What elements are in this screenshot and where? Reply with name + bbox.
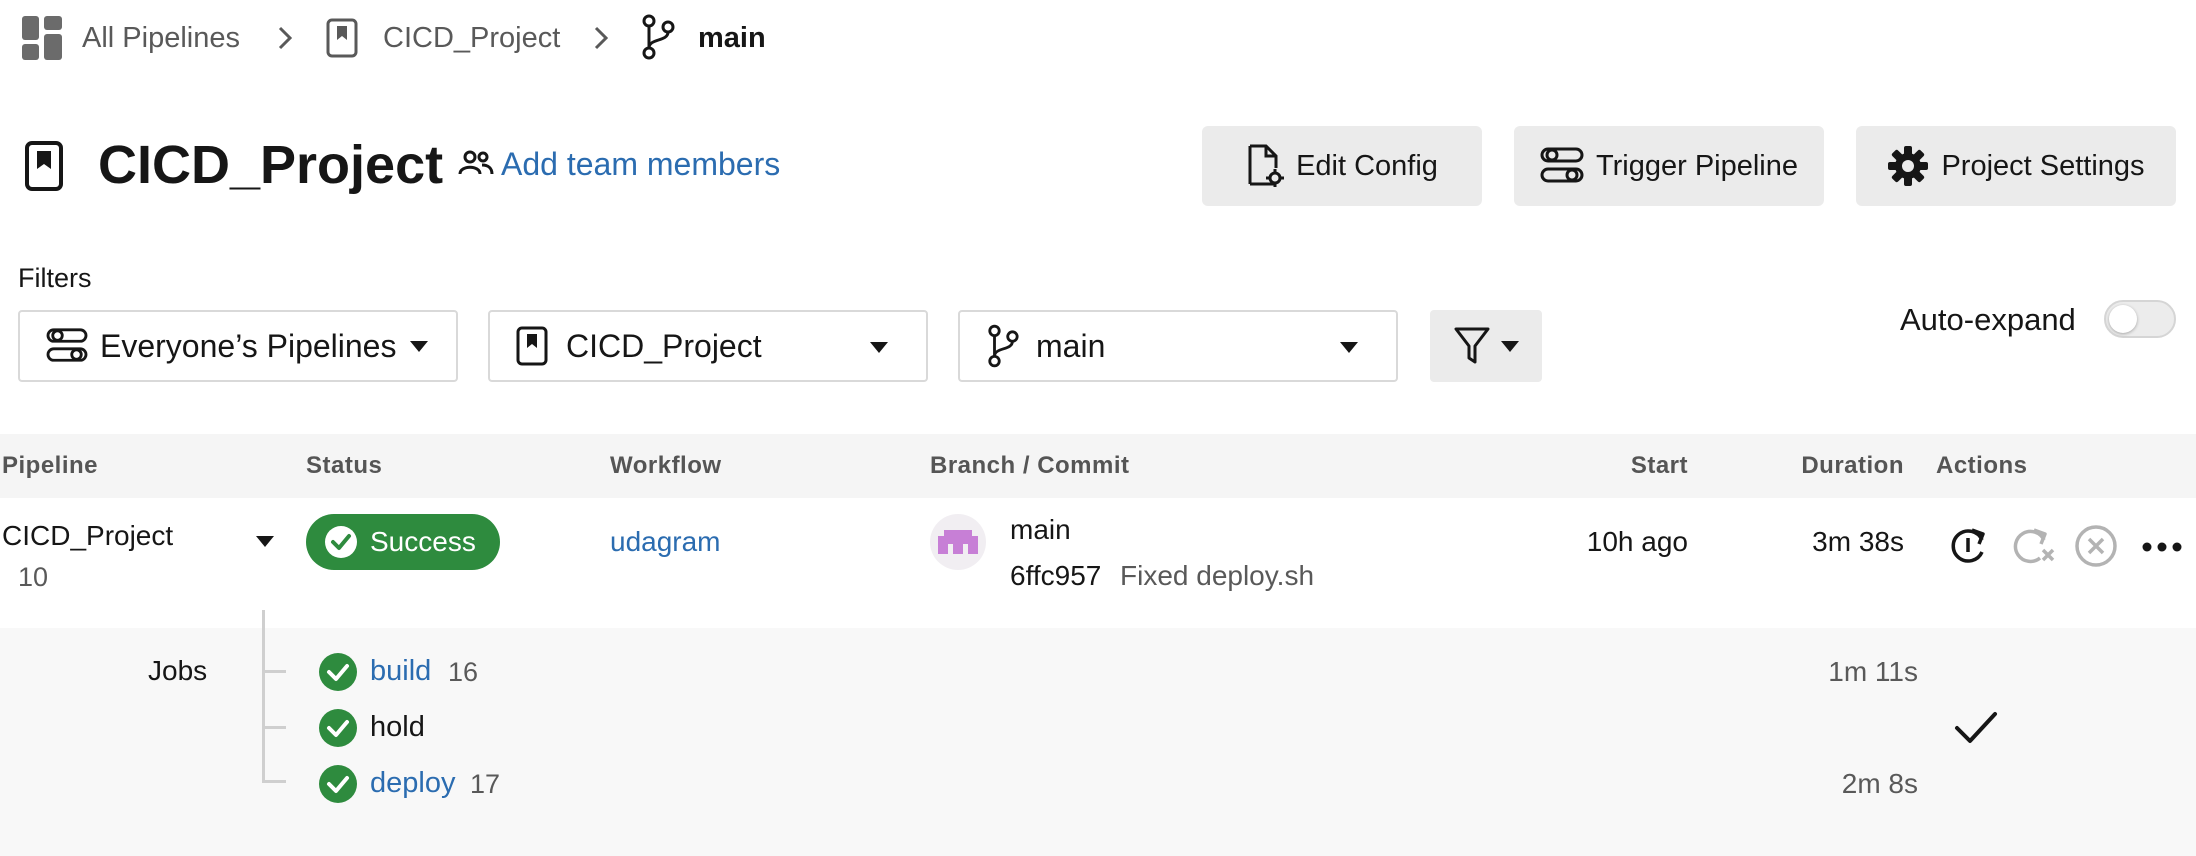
breadcrumb-all-pipelines[interactable]: All Pipelines — [82, 19, 240, 57]
chevron-right-icon — [594, 26, 608, 50]
job-label-hold: hold — [370, 711, 425, 743]
cancel-icon[interactable] — [2074, 524, 2118, 568]
filter-menu-button[interactable] — [1430, 310, 1542, 382]
git-branch-icon — [986, 324, 1020, 368]
col-branch-commit: Branch / Commit — [930, 452, 1130, 479]
list-item: deploy 17 2m 8s — [318, 762, 1918, 806]
status-label: Success — [370, 526, 476, 557]
sliders-icon — [1540, 146, 1584, 186]
check-circle-icon — [318, 652, 358, 692]
pipeline-name[interactable]: CICD_Project — [2, 520, 173, 552]
bookmark-icon — [516, 326, 548, 366]
rerun-icon[interactable] — [1946, 522, 1990, 568]
filter-icon — [1453, 326, 1491, 366]
col-workflow: Workflow — [610, 452, 722, 479]
project-select-value: CICD_Project — [566, 327, 762, 364]
jobs-tree-branch — [262, 726, 286, 729]
chevron-down-icon — [1501, 340, 1519, 352]
job-number: 16 — [448, 657, 479, 687]
breadcrumb-project[interactable]: CICD_Project — [383, 19, 560, 57]
col-status: Status — [306, 452, 383, 479]
check-circle-icon — [318, 764, 358, 804]
breadcrumb-branch: main — [698, 22, 766, 54]
checkmark-icon — [1954, 710, 1998, 746]
job-duration: 2m 8s — [1841, 768, 1918, 799]
auto-expand-label: Auto-expand — [1900, 302, 2076, 337]
people-icon[interactable] — [458, 150, 494, 176]
git-branch-icon — [640, 14, 676, 60]
col-duration: Duration — [1801, 452, 1904, 479]
bookmark-icon — [326, 18, 358, 58]
col-actions: Actions — [1936, 452, 2028, 479]
toggle-knob — [2109, 305, 2137, 333]
bookmark-icon — [24, 140, 64, 192]
pipelines-select[interactable]: Everyone’s Pipelines — [18, 310, 458, 382]
commit-hash[interactable]: 6ffc957 — [1010, 560, 1101, 592]
commit-message: Fixed deploy.sh — [1120, 560, 1315, 591]
project-settings-button[interactable]: Project Settings — [1856, 126, 2176, 206]
pipelines-select-value: Everyone’s Pipelines — [100, 327, 397, 364]
jobs-tree-branch — [262, 670, 286, 673]
grid-icon[interactable] — [22, 16, 62, 60]
trigger-pipeline-label: Trigger Pipeline — [1595, 149, 1799, 182]
chevron-down-icon — [256, 536, 274, 547]
check-circle-icon — [324, 525, 358, 559]
workflow-link[interactable]: udagram — [610, 526, 721, 558]
table-header: Pipeline Status Workflow Branch / Commit… — [0, 434, 2196, 498]
pipeline-start: 10h ago — [1586, 526, 1688, 557]
gear-icon — [1887, 145, 1929, 187]
more-icon[interactable] — [2142, 542, 2182, 552]
edit-config-button[interactable]: Edit Config — [1202, 126, 1482, 206]
col-pipeline: Pipeline — [2, 452, 99, 479]
project-select[interactable]: CICD_Project — [488, 310, 928, 382]
page-title: CICD_Project — [98, 135, 444, 195]
list-item: build 16 1m 11s — [318, 650, 1918, 694]
job-number: 17 — [470, 769, 501, 799]
expand-toggle[interactable] — [256, 536, 274, 547]
list-item: hold — [318, 706, 1918, 750]
branch-name[interactable]: main — [1010, 514, 1071, 546]
auto-expand-toggle[interactable] — [2104, 300, 2176, 338]
jobs-tree-branch — [262, 780, 286, 783]
chevron-right-icon — [278, 26, 292, 50]
branch-select[interactable]: main — [958, 310, 1398, 382]
status-badge[interactable]: Success — [306, 514, 500, 570]
edit-config-label: Edit Config — [1296, 149, 1438, 182]
pipeline-duration: 3m 38s — [1812, 526, 1904, 557]
avatar — [930, 514, 986, 570]
trigger-pipeline-button[interactable]: Trigger Pipeline — [1514, 126, 1824, 206]
col-start: Start — [1630, 452, 1688, 479]
job-duration: 1m 11s — [1828, 656, 1918, 687]
chevron-down-icon — [410, 340, 429, 352]
chevron-down-icon — [1340, 342, 1358, 353]
breadcrumb: All Pipelines CICD_Project main — [0, 0, 820, 76]
job-link-deploy[interactable]: deploy — [370, 767, 455, 800]
chevron-down-icon — [870, 342, 888, 353]
file-gear-icon — [1246, 144, 1285, 188]
jobs-label: Jobs — [148, 655, 208, 686]
check-circle-icon — [318, 708, 358, 748]
sliders-icon — [46, 327, 88, 365]
project-settings-label: Project Settings — [1941, 149, 2145, 182]
rerun-failed-icon[interactable] — [2010, 522, 2056, 568]
add-team-members-link[interactable]: Add team members — [501, 146, 780, 183]
pipeline-number: 10 — [18, 562, 49, 592]
branch-select-value: main — [1036, 327, 1106, 364]
jobs-tree-line — [262, 610, 265, 782]
filters-label: Filters — [18, 263, 92, 293]
job-link-build[interactable]: build — [370, 655, 431, 688]
